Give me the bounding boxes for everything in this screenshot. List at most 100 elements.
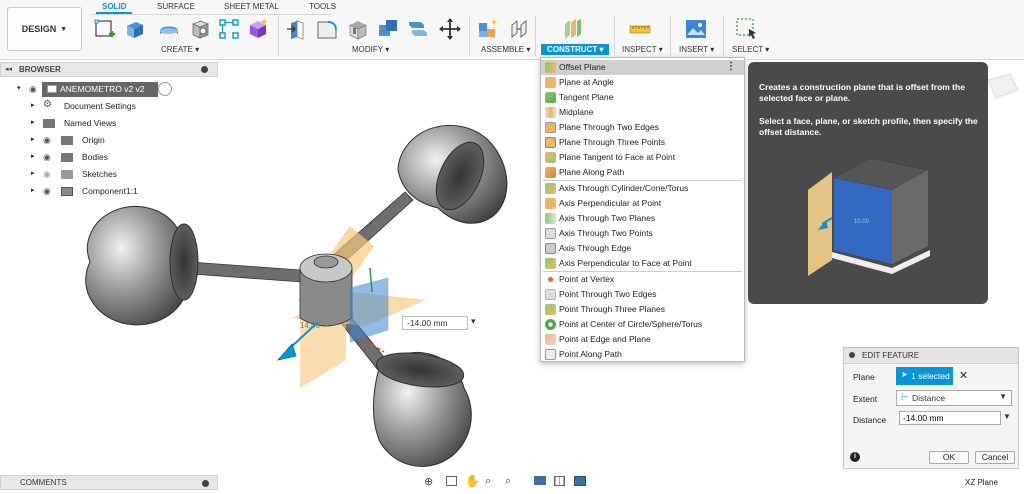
create-menu[interactable]: CREATE ▾ — [161, 45, 199, 54]
revolve-icon[interactable] — [157, 17, 181, 41]
box-icon[interactable] — [188, 17, 212, 41]
joint-icon[interactable] — [507, 17, 531, 41]
browser-item-sketches[interactable]: ▸ ◉ Sketches — [0, 167, 218, 182]
measure-icon[interactable] — [628, 17, 652, 41]
expand-chevron-icon[interactable]: ▸ — [31, 135, 35, 143]
browser-item-origin[interactable]: ▸ ◉ Origin — [0, 133, 218, 148]
display-settings-icon[interactable] — [534, 476, 546, 485]
menu-item-tangent-plane[interactable]: Tangent Plane — [541, 90, 744, 105]
menu-item-plane-at-angle[interactable]: Plane at Angle — [541, 75, 744, 90]
comments-panel-header[interactable]: COMMENTS — [0, 475, 218, 490]
edit-feature-header[interactable]: EDIT FEATURE — [844, 348, 1018, 364]
menu-item-point-edge-plane[interactable]: Point at Edge and Plane — [541, 332, 744, 347]
extent-select[interactable]: ⊢ Distance ▼ — [896, 390, 1012, 406]
construct-menu-button[interactable]: CONSTRUCT ▾ — [541, 44, 610, 55]
new-component-icon[interactable] — [476, 17, 500, 41]
viewports-icon[interactable] — [574, 476, 586, 486]
axis-perpendicular-face-icon — [545, 258, 556, 269]
fillet-icon[interactable] — [315, 17, 339, 41]
form-icon[interactable] — [246, 17, 270, 41]
look-at-icon[interactable] — [446, 476, 457, 486]
insert-image-icon[interactable] — [684, 17, 708, 41]
expand-chevron-icon[interactable]: ▾ — [17, 84, 21, 92]
expand-chevron-icon[interactable]: ▸ — [31, 186, 35, 194]
menu-item-offset-plane[interactable]: Offset Plane ⋮ — [541, 60, 744, 75]
press-pull-icon[interactable] — [285, 17, 309, 41]
view-cube[interactable] — [987, 73, 1019, 99]
menu-item-point-vertex[interactable]: Point at Vertex — [541, 272, 744, 287]
browser-root-item[interactable]: ANEMOMETRO v2 v2 — [42, 82, 158, 97]
menu-item-plane-tangent-face[interactable]: Plane Tangent to Face at Point — [541, 150, 744, 165]
visibility-eye-icon[interactable]: ◉ — [29, 84, 37, 95]
units-dropdown-icon[interactable]: ▾ — [471, 316, 476, 327]
pattern-icon[interactable] — [217, 17, 241, 41]
collapse-dialog-icon[interactable] — [849, 352, 855, 358]
menu-item-axis-perpendicular-face[interactable]: Axis Perpendicular to Face at Point — [541, 256, 744, 271]
tab-surface[interactable]: SURFACE — [157, 2, 195, 11]
extrude-icon[interactable] — [123, 17, 147, 41]
menu-item-axis-edge[interactable]: Axis Through Edge — [541, 241, 744, 256]
info-icon[interactable]: i — [850, 452, 860, 462]
visibility-eye-icon[interactable]: ◉ — [43, 152, 51, 163]
menu-item-point-center[interactable]: Point at Center of Circle/Sphere/Torus — [541, 317, 744, 332]
browser-item-document-settings[interactable]: ▸ ⚙ Document Settings — [0, 99, 218, 114]
pin-icon[interactable] — [201, 66, 208, 73]
shell-icon[interactable] — [346, 17, 370, 41]
browser-item-named-views[interactable]: ▸ Named Views — [0, 116, 218, 131]
units-dropdown-icon[interactable]: ▼ — [1003, 412, 1011, 421]
visibility-eye-icon[interactable]: ◉ — [43, 186, 51, 197]
inspect-menu[interactable]: INSPECT ▾ — [622, 45, 663, 54]
expand-chevron-icon[interactable]: ▸ — [31, 169, 35, 177]
pan-icon[interactable]: ✋ — [465, 474, 480, 488]
insert-menu[interactable]: INSERT ▾ — [679, 45, 714, 54]
menu-item-axis-two-points[interactable]: Axis Through Two Points — [541, 226, 744, 241]
menu-item-point-two-edges[interactable]: Point Through Two Edges — [541, 287, 744, 302]
distance-input[interactable] — [899, 411, 1001, 425]
tab-solid[interactable]: SOLID — [96, 2, 133, 14]
menu-item-midplane[interactable]: Midplane — [541, 105, 744, 120]
ok-button[interactable]: OK — [929, 451, 969, 464]
expand-chevron-icon[interactable]: ▸ — [31, 101, 35, 109]
more-options-icon[interactable]: ⋮ — [726, 61, 736, 72]
tab-sheet-metal[interactable]: SHEET METAL — [224, 2, 279, 11]
combine-icon[interactable] — [376, 17, 400, 41]
cancel-button[interactable]: Cancel — [975, 451, 1015, 464]
workspace-switcher[interactable]: DESIGN ▼ — [7, 7, 82, 51]
browser-panel-header[interactable]: ◂◂ BROWSER — [0, 62, 218, 77]
collapse-panel-icon[interactable]: ◂◂ — [5, 65, 12, 73]
menu-item-plane-two-edges[interactable]: Plane Through Two Edges — [541, 120, 744, 135]
grid-settings-icon[interactable] — [554, 476, 565, 486]
visibility-eye-icon[interactable]: ◉ — [43, 169, 51, 180]
menu-item-plane-along-path[interactable]: Plane Along Path — [541, 165, 744, 180]
menu-item-plane-three-points[interactable]: Plane Through Three Points — [541, 135, 744, 150]
orbit-icon[interactable]: ⊕ — [424, 475, 433, 488]
workspace-label: DESIGN — [21, 24, 57, 34]
select-icon[interactable] — [735, 17, 759, 41]
modify-menu[interactable]: MODIFY ▾ — [352, 45, 389, 54]
expand-chevron-icon[interactable]: ▸ — [31, 118, 35, 126]
visibility-eye-icon[interactable]: ◉ — [43, 135, 51, 146]
activate-radio-icon[interactable] — [158, 82, 172, 96]
tab-tools[interactable]: TOOLS — [309, 2, 336, 11]
browser-item-bodies[interactable]: ▸ ◉ Bodies — [0, 150, 218, 165]
clear-selection-icon[interactable]: ✕ — [959, 369, 968, 382]
zoom-window-icon[interactable]: ⌕ — [505, 475, 511, 488]
create-sketch-icon[interactable] — [93, 17, 117, 41]
menu-item-axis-perpendicular-point[interactable]: Axis Perpendicular at Point — [541, 196, 744, 211]
distance-input-canvas[interactable]: -14.00 mm — [402, 316, 468, 330]
menu-item-axis-cylinder[interactable]: Axis Through Cylinder/Cone/Torus — [541, 181, 744, 196]
align-icon[interactable] — [406, 17, 430, 41]
menu-item-point-along-path[interactable]: Point Along Path — [541, 347, 744, 362]
zoom-icon[interactable]: ⌕ — [485, 475, 491, 488]
assemble-menu[interactable]: ASSEMBLE ▾ — [481, 45, 530, 54]
plane-selection-button[interactable]: ➤ 1 selected — [896, 367, 953, 385]
menu-item-point-three-planes[interactable]: Point Through Three Planes — [541, 302, 744, 317]
browser-item-component[interactable]: ▸ ◉ Component1:1 — [0, 184, 218, 199]
select-menu[interactable]: SELECT ▾ — [732, 45, 769, 54]
pin-icon[interactable] — [202, 480, 209, 487]
expand-chevron-icon[interactable]: ▸ — [31, 152, 35, 160]
construct-plane-icon[interactable] — [561, 17, 585, 41]
menu-item-label: Point Through Three Planes — [559, 304, 666, 314]
menu-item-axis-two-planes[interactable]: Axis Through Two Planes — [541, 211, 744, 226]
move-icon[interactable] — [438, 17, 462, 41]
